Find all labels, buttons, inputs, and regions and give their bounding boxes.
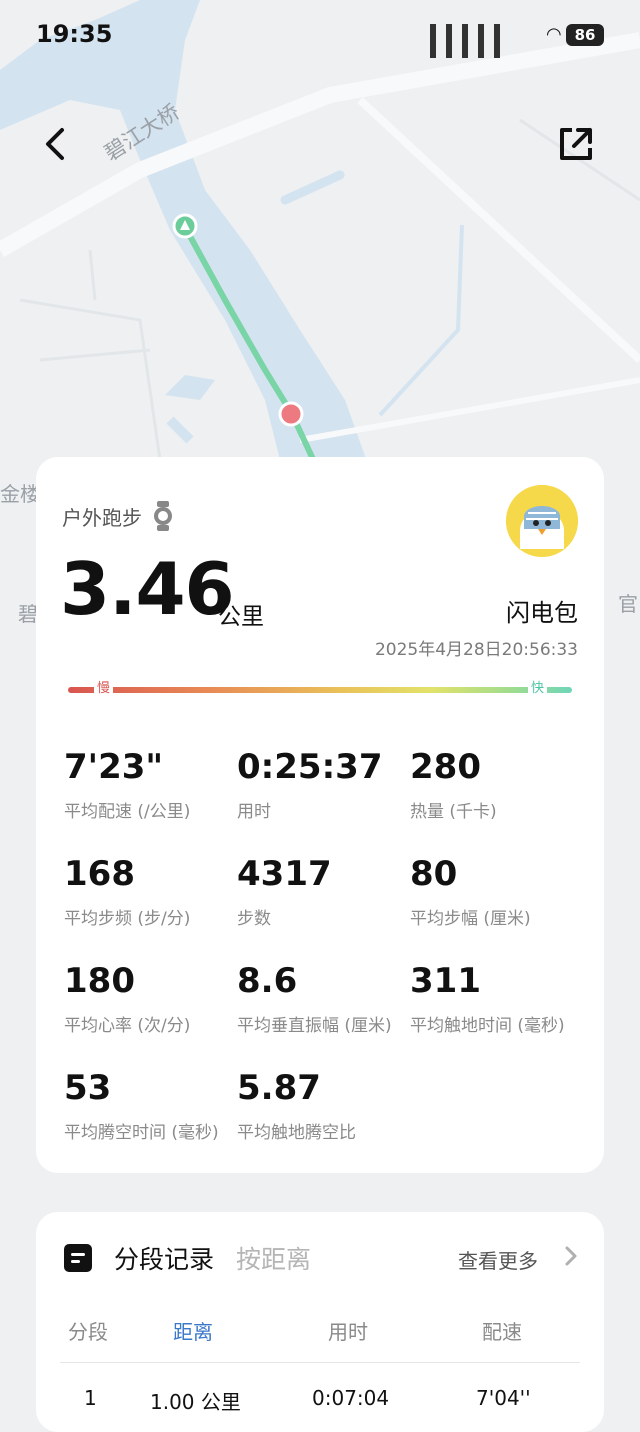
stat-label: 平均触地腾空比 <box>237 1123 356 1143</box>
header-divider <box>60 1362 580 1363</box>
stat-value: 280 <box>410 747 481 787</box>
pace-slow-label: 慢 <box>94 680 114 698</box>
stat-avg-pace: 7'23" 平均配速 (/公里) <box>64 747 239 822</box>
stat-label: 步数 <box>237 909 271 929</box>
wifi-icon: ◠ <box>546 24 562 45</box>
back-button[interactable] <box>36 122 76 166</box>
stat-calories: 280 热量 (千卡) <box>410 747 585 822</box>
stat-steps: 4317 步数 <box>237 854 412 929</box>
stat-contact-flight-ratio: 5.87 平均触地腾空比 <box>237 1068 412 1143</box>
segment-title: 分段记录 <box>114 1245 215 1274</box>
battery-icon: 86 <box>566 24 604 46</box>
stat-duration: 0:25:37 用时 <box>237 747 412 822</box>
user-nickname: 闪电包 <box>506 599 578 627</box>
activity-type-label: 户外跑步 <box>62 505 142 530</box>
stat-value: 0:25:37 <box>237 747 383 787</box>
stat-value: 168 <box>64 854 135 894</box>
chevron-right-icon[interactable] <box>564 1245 578 1267</box>
activity-datetime: 2025年4月28日20:56:33 <box>374 640 578 660</box>
stat-value: 8.6 <box>237 961 298 1001</box>
watch-icon <box>154 501 172 531</box>
segment-mode-toggle[interactable]: 按距离 <box>236 1240 311 1276</box>
map-label-jinlou: 金楼 <box>0 482 40 506</box>
stat-value: 180 <box>64 961 135 1001</box>
stat-value: 80 <box>410 854 458 894</box>
user-avatar[interactable] <box>506 485 578 557</box>
activity-type: 户外跑步 <box>62 501 174 531</box>
stat-value: 7'23" <box>64 747 164 787</box>
stat-label: 平均触地时间 (毫秒) <box>410 1016 565 1036</box>
segment-list-icon <box>64 1244 92 1272</box>
stat-value: 311 <box>410 961 481 1001</box>
stat-label: 平均腾空时间 (毫秒) <box>64 1123 219 1143</box>
stat-value: 5.87 <box>237 1068 321 1108</box>
map-label-guan: 官 <box>618 592 638 616</box>
stat-vertical-oscillation: 8.6 平均垂直振幅 (厘米) <box>237 961 412 1036</box>
stat-label: 平均步幅 (厘米) <box>410 909 531 929</box>
pace-fast-label: 快 <box>528 680 548 698</box>
status-bar: 19:35 ◠ 86 <box>0 0 640 70</box>
end-marker-icon <box>278 401 304 427</box>
share-button[interactable] <box>556 124 596 164</box>
row-time: 0:07:04 <box>312 1386 390 1410</box>
stat-label: 平均垂直振幅 (厘米) <box>237 1016 392 1036</box>
see-more-link[interactable]: 查看更多 <box>458 1245 538 1274</box>
stat-label: 热量 (千卡) <box>410 802 497 822</box>
stat-label: 平均步频 (步/分) <box>64 909 191 929</box>
distance-value: 3.46 <box>60 547 235 631</box>
column-header-pace: 配速 <box>482 1320 522 1344</box>
stat-label: 用时 <box>237 802 271 822</box>
stat-label: 平均心率 (次/分) <box>64 1016 191 1036</box>
segment-records-card: 分段记录 按距离 查看更多 分段 距离 用时 配速 1 1.00 公里 0:07… <box>36 1212 604 1432</box>
stat-value: 53 <box>64 1068 112 1108</box>
summary-card: 户外跑步 3.46 公里 闪电包 2025年4月28日20:56:33 慢 快 … <box>36 457 604 1173</box>
stat-heart-rate: 180 平均心率 (次/分) <box>64 961 239 1036</box>
stat-label: 平均配速 (/公里) <box>64 802 191 822</box>
row-index: 1 <box>84 1386 97 1410</box>
column-header-distance[interactable]: 距离 <box>173 1316 213 1345</box>
stat-cadence: 168 平均步频 (步/分) <box>64 854 239 929</box>
distance-unit: 公里 <box>218 604 264 630</box>
stat-value: 4317 <box>237 854 332 894</box>
row-distance: 1.00 公里 <box>150 1390 241 1414</box>
column-header-segment: 分段 <box>68 1320 108 1344</box>
signal-icon <box>430 24 500 58</box>
row-pace: 7'04'' <box>476 1386 531 1410</box>
status-time: 19:35 <box>36 20 113 48</box>
pace-gradient-bar <box>68 687 572 693</box>
stat-flight-time: 53 平均腾空时间 (毫秒) <box>64 1068 239 1143</box>
map-label-bi: 碧 <box>18 602 38 626</box>
stat-ground-contact-time: 311 平均触地时间 (毫秒) <box>410 961 585 1036</box>
start-marker-icon <box>172 213 198 239</box>
stat-stride: 80 平均步幅 (厘米) <box>410 854 585 929</box>
column-header-time: 用时 <box>328 1320 368 1344</box>
